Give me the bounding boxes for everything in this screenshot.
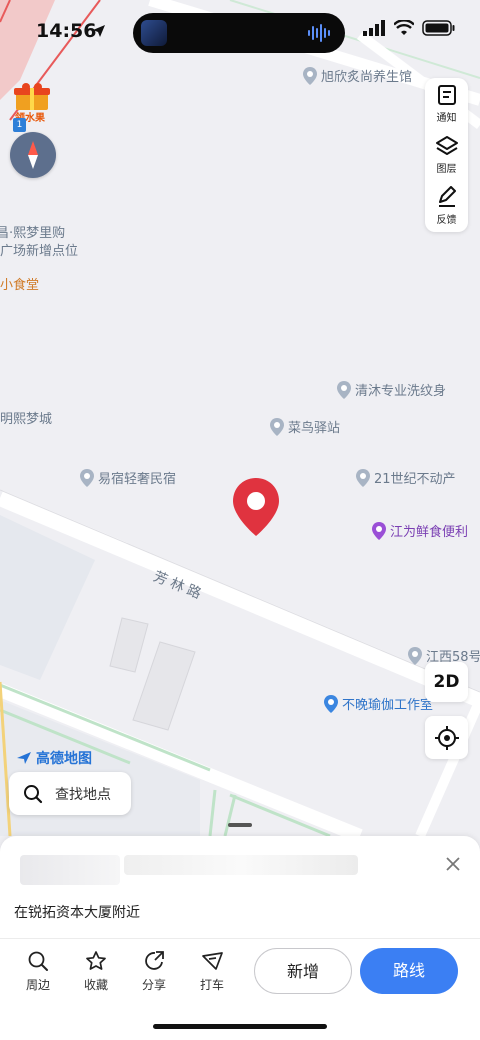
crosshair-icon <box>434 725 459 750</box>
poi-label: 清沐专业洗纹身 <box>355 384 447 399</box>
poi-marker[interactable]: 不晚瑜伽工作室 <box>324 694 433 713</box>
sheet-drag-handle[interactable] <box>228 823 252 827</box>
map-tools-panel: 通知 图层 反馈 <box>425 78 468 232</box>
poi-marker[interactable]: 21世纪不动产 <box>356 468 456 487</box>
layers-icon <box>435 135 458 155</box>
location-pin-icon <box>408 646 422 665</box>
search-icon <box>28 951 48 971</box>
brand-logo: 高德地图 <box>16 748 92 768</box>
notice-button[interactable]: 通知 <box>425 78 468 129</box>
poi-marker[interactable]: 菜鸟驿站 <box>270 417 340 436</box>
location-pin-icon <box>80 468 94 487</box>
search-placeholder: 查找地点 <box>55 786 111 803</box>
star-icon <box>86 951 106 970</box>
compass-button[interactable]: 1 <box>10 118 56 178</box>
wifi-icon <box>394 20 414 35</box>
poi-label: 菜鸟驿站 <box>288 421 341 436</box>
search-place-button[interactable]: 查找地点 <box>9 772 131 815</box>
signal-icon <box>363 20 385 36</box>
shop-pin-icon <box>372 521 386 540</box>
location-pin-icon <box>270 417 284 436</box>
action-label: 打车 <box>199 978 224 992</box>
location-pin-icon <box>303 66 317 85</box>
status-time: 14:56 <box>36 20 97 42</box>
compass-icon <box>28 141 38 169</box>
poi-marker[interactable]: 清沐专业洗纹身 <box>337 380 446 399</box>
add-button[interactable]: 新增 <box>254 948 352 994</box>
route-button[interactable]: 路线 <box>360 948 458 994</box>
action-label: 分享 <box>141 978 166 992</box>
action-label: 收藏 <box>83 978 108 992</box>
yoga-pin-icon <box>324 694 338 713</box>
poi-marker[interactable]: 易宿轻奢民宿 <box>80 468 176 487</box>
dynamic-island[interactable] <box>133 13 345 53</box>
notice-icon <box>437 84 456 105</box>
location-pin-icon <box>337 380 351 399</box>
media-thumbnail <box>141 20 167 46</box>
tool-label: 图层 <box>436 163 457 175</box>
location-marker-icon[interactable] <box>230 476 282 538</box>
view-2d-toggle[interactable]: 2D <box>425 662 468 702</box>
feedback-button[interactable]: 反馈 <box>425 180 468 231</box>
nearby-button[interactable]: 周边 <box>13 950 63 993</box>
tool-label: 反馈 <box>436 214 457 226</box>
poi-label[interactable]: 昌·熙梦里购 <box>0 222 65 241</box>
brand-name: 高德地图 <box>36 751 92 767</box>
poi-label[interactable]: 小食堂 <box>0 274 39 293</box>
taxi-icon <box>202 952 223 970</box>
compass-badge: 1 <box>13 118 26 132</box>
search-icon <box>24 784 43 803</box>
address-text: 在锐拓资本大厦附近 <box>14 905 140 921</box>
home-indicator[interactable] <box>153 1024 327 1029</box>
location-arrow-icon <box>93 25 105 37</box>
tool-label: 通知 <box>436 112 457 124</box>
gift-badge[interactable]: 领水果 <box>12 82 56 124</box>
location-pin-icon <box>356 468 370 487</box>
poi-marker[interactable]: 旭欣炙尚养生馆 <box>303 66 412 85</box>
layers-button[interactable]: 图层 <box>425 129 468 180</box>
redacted-title <box>20 855 120 885</box>
share-icon <box>145 951 164 970</box>
audio-wave-icon <box>308 24 330 42</box>
poi-label: 江为鲜食便利 <box>390 525 469 540</box>
poi-label: 21世纪不动产 <box>374 472 456 487</box>
poi-label: 旭欣炙尚养生馆 <box>321 70 413 85</box>
battery-icon <box>422 20 455 36</box>
feedback-icon <box>438 185 456 207</box>
locate-button[interactable] <box>425 716 468 759</box>
poi-marker[interactable]: 江为鲜食便利 <box>372 521 468 540</box>
poi-label: 易宿轻奢民宿 <box>98 472 177 487</box>
share-button[interactable]: 分享 <box>129 950 179 993</box>
taxi-button[interactable]: 打车 <box>187 950 237 993</box>
redacted-title <box>124 855 358 875</box>
action-label: 周边 <box>25 978 50 992</box>
status-icons <box>362 20 456 36</box>
favorite-button[interactable]: 收藏 <box>71 950 121 993</box>
close-icon[interactable] <box>444 855 462 873</box>
poi-label[interactable]: 明熙梦城 <box>0 408 52 427</box>
poi-label: 不晚瑜伽工作室 <box>342 698 434 713</box>
divider <box>0 938 480 939</box>
gift-icon <box>14 83 50 110</box>
poi-label[interactable]: 广场新增点位 <box>0 240 78 259</box>
amap-logo-icon <box>17 752 31 764</box>
